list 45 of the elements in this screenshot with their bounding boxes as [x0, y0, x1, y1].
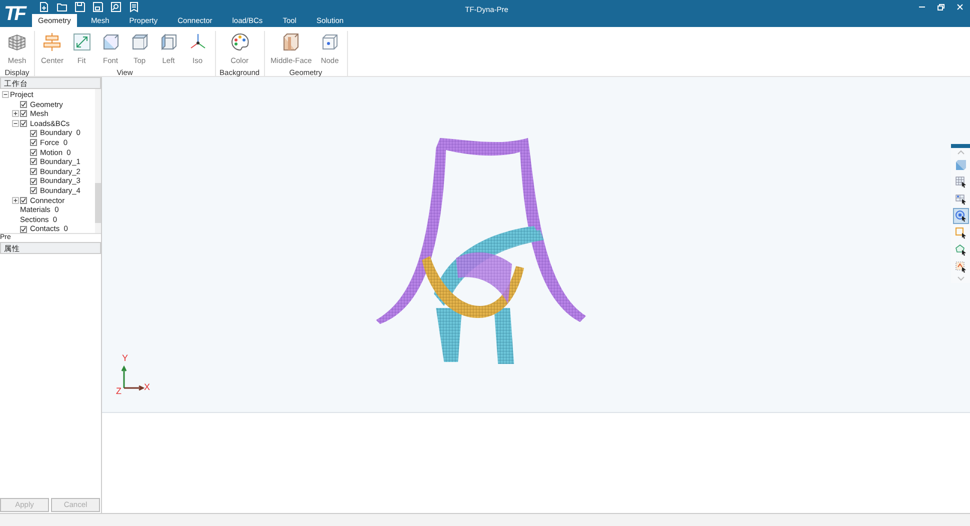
view-tool-button[interactable]: [952, 174, 968, 190]
view-tool-button[interactable]: [952, 225, 968, 241]
polygon-cursor-icon: [954, 244, 966, 256]
tree-checkbox[interactable]: [30, 168, 37, 176]
app-logo: TF: [4, 4, 26, 27]
expand-icon[interactable]: [12, 196, 18, 204]
tree-checkbox[interactable]: [30, 158, 37, 166]
lasso-cursor-icon: [954, 261, 966, 273]
fit-view-icon: [70, 31, 93, 53]
tree-checkbox[interactable]: [30, 130, 37, 137]
view-tool-button[interactable]: [952, 208, 968, 224]
collapse-icon[interactable]: [12, 120, 18, 128]
expand-icon[interactable]: [12, 110, 18, 118]
close-icon[interactable]: [956, 3, 964, 11]
circle-cursor-icon: [954, 210, 966, 222]
align-center-icon: [41, 31, 64, 53]
scrollbar[interactable]: [95, 89, 101, 233]
restore-icon[interactable]: [937, 3, 945, 11]
grid-cursor-icon: [954, 176, 966, 188]
view-tool-button[interactable]: [952, 259, 968, 275]
tree-checkbox[interactable]: [30, 178, 37, 185]
tree-checkbox[interactable]: [30, 139, 37, 146]
tree-checkbox[interactable]: [30, 148, 37, 156]
tree-checkbox[interactable]: [20, 120, 27, 128]
3d-viewport[interactable]: Y Z X: [102, 77, 970, 413]
search-icon[interactable]: [110, 0, 122, 12]
grid-cursor-icon: [954, 193, 966, 205]
save-icon[interactable]: [74, 0, 86, 12]
tree-checkbox[interactable]: [30, 187, 37, 194]
document-icon[interactable]: [128, 0, 140, 12]
tree-checkbox[interactable]: [20, 110, 27, 118]
view-tool-button[interactable]: [952, 242, 968, 258]
cube-icon: [954, 159, 966, 171]
save-as-icon[interactable]: [92, 0, 104, 12]
palette-icon: [228, 31, 251, 53]
tree-checkbox[interactable]: [20, 100, 27, 108]
y-axis-label: Y: [122, 354, 128, 363]
tree-checkbox[interactable]: [20, 196, 27, 204]
x-axis-label: X: [144, 383, 150, 392]
z-axis-label: Z: [116, 387, 122, 396]
rectangle-cursor-icon: [954, 227, 966, 239]
collapse-icon[interactable]: [2, 91, 8, 98]
new-file-icon[interactable]: [38, 0, 50, 12]
tree-checkbox[interactable]: [20, 226, 27, 233]
folder-icon[interactable]: [56, 0, 68, 12]
